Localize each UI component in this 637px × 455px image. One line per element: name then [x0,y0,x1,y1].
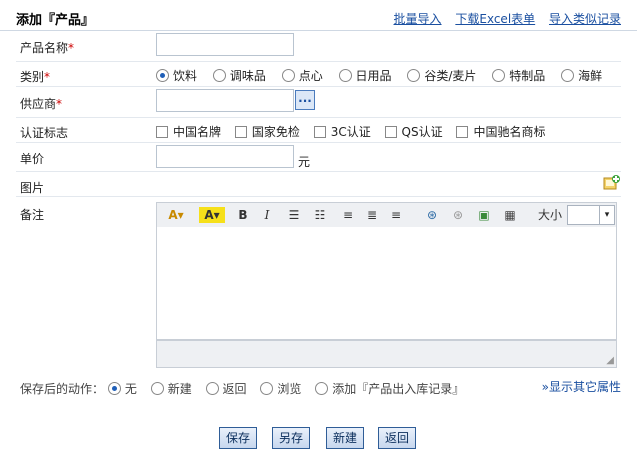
after-save-option[interactable]: 返回 [205,380,247,397]
unlink-icon[interactable]: ⊛ [449,207,467,223]
row-certifications: 认证标志 中国名牌 国家免检 3C认证 QS认证 中国驰名商标 [16,118,621,143]
radio-icon[interactable] [205,382,219,395]
product-name-input[interactable] [156,33,294,56]
row-product-name: 产品名称* [16,31,621,62]
radio-icon[interactable] [156,69,169,82]
radio-icon[interactable] [561,69,575,82]
cert-option[interactable]: QS认证 [384,123,443,140]
align-right-icon[interactable]: ≡ [387,207,405,223]
after-save-label: 保存后的动作： [20,382,105,396]
add-image-icon[interactable] [603,174,621,192]
radio-icon[interactable] [407,69,421,82]
remark-label: 备注 [20,208,45,222]
category-option[interactable]: 谷类/麦片 [407,67,476,84]
cert-label: 认证标志 [20,126,69,140]
cert-option[interactable]: 国家免检 [234,123,300,140]
chevron-down-icon: ▾ [599,206,614,224]
radio-icon[interactable] [150,382,164,395]
after-save-options: 保存后的动作： 无 新建 返回 浏览 添加『产品出入库记录』 [20,380,474,397]
category-option[interactable]: 点心 [281,67,323,84]
radio-icon[interactable] [260,382,274,395]
after-save-option[interactable]: 无 [107,380,137,397]
checkbox-icon[interactable] [384,126,397,138]
unordered-list-icon[interactable]: ☷ [311,207,329,223]
after-save-option[interactable]: 新建 [150,380,192,397]
radio-icon[interactable] [338,69,352,82]
new-button[interactable]: 新建 [326,427,365,449]
checkbox-icon[interactable] [456,126,469,138]
align-left-icon[interactable]: ≣ [363,207,381,223]
radio-icon[interactable] [212,69,226,82]
font-size-select[interactable]: ▾ [567,205,615,225]
category-option[interactable]: 饮料 [156,67,197,84]
ordered-list-icon[interactable]: ☰ [285,207,303,223]
font-color-icon[interactable]: A▾ [163,207,189,223]
table-icon[interactable]: ▦ [501,207,519,223]
category-option[interactable]: 调味品 [212,67,266,84]
italic-icon[interactable]: I [259,207,275,223]
align-center-icon[interactable]: ≡ [339,207,357,223]
category-option[interactable]: 日用品 [338,67,392,84]
cert-options: 中国名牌 国家免检 3C认证 QS认证 中国驰名商标 [156,123,545,140]
cert-option[interactable]: 中国名牌 [156,123,221,140]
radio-icon[interactable] [492,69,506,82]
price-unit: 元 [298,155,311,169]
save-button[interactable]: 保存 [219,427,258,449]
category-option[interactable]: 特制品 [492,67,545,84]
image-insert-icon[interactable]: ▣ [475,207,493,223]
supplier-input[interactable] [156,89,294,112]
row-image: 图片 [16,172,621,197]
cert-option[interactable]: 中国驰名商标 [456,123,545,140]
product-name-label: 产品名称 [20,41,69,55]
page-header: 添加『产品』 批量导入 下载Excel表单 导入类似记录 [0,0,637,31]
after-save-option[interactable]: 浏览 [260,380,301,397]
supplier-label: 供应商 [20,97,57,111]
category-label: 类别 [20,70,45,84]
import-similar-link[interactable]: 导入类似记录 [549,12,621,26]
row-price: 单价 元 [16,143,621,172]
checkbox-icon[interactable] [313,126,326,138]
checkbox-icon[interactable] [234,126,247,138]
cert-option[interactable]: 3C认证 [313,123,371,140]
row-supplier: 供应商* ... [16,87,621,118]
double-chevron-down-icon: » [541,380,549,394]
price-input[interactable] [156,145,294,168]
editor-footer: ◢ [156,340,617,368]
save-as-button[interactable]: 另存 [272,427,311,449]
bold-icon[interactable]: B [235,207,251,223]
font-size-label: 大小 [537,208,562,222]
page-title: 添加『产品』 [16,13,95,28]
category-options: 饮料 调味品 点心 日用品 谷类/麦片 特制品 海鲜 [156,67,614,84]
link-icon[interactable]: ⊛ [423,207,441,223]
category-option[interactable]: 海鲜 [561,67,602,84]
bulk-import-link[interactable]: 批量导入 [394,12,442,26]
radio-icon[interactable] [107,382,121,395]
header-links: 批量导入 下载Excel表单 导入类似记录 [384,10,621,27]
after-save-option[interactable]: 添加『产品出入库记录』 [315,380,464,397]
back-button[interactable]: 返回 [378,427,417,449]
radio-icon[interactable] [315,382,329,395]
resize-handle-icon[interactable]: ◢ [606,355,614,366]
supplier-browse-button[interactable]: ... [295,90,315,110]
checkbox-icon[interactable] [156,126,168,138]
download-excel-link[interactable]: 下载Excel表单 [455,12,535,26]
image-label: 图片 [20,181,45,195]
show-more-link[interactable]: »显示其它属性 [542,378,621,395]
price-label: 单价 [20,152,45,166]
remark-editor-area[interactable] [156,227,617,340]
highlight-icon[interactable]: A▾ [199,207,225,223]
editor-toolbar: A▾ A▾ B I ☰ ☷ ≡ ≣ ≡ ⊛ ⊛ ▣ ▦ 大小 ▾ [156,202,617,228]
radio-icon[interactable] [281,69,295,82]
row-category: 类别* 饮料 调味品 点心 日用品 谷类/麦片 特制品 海鲜 [16,62,621,87]
